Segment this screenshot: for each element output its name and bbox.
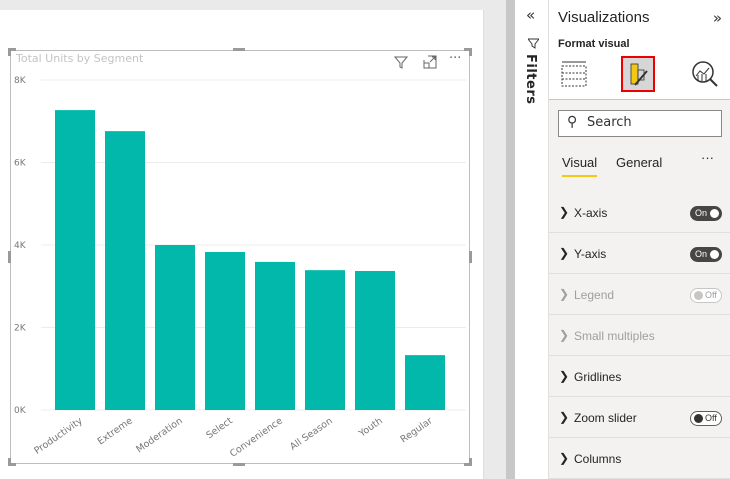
- section-label: Columns: [574, 452, 622, 466]
- filters-pane-collapsed[interactable]: « Filters: [515, 0, 549, 479]
- bar-all-season[interactable]: [305, 270, 345, 410]
- chevron-right-icon: ❯: [559, 451, 570, 465]
- search-icon: ⚲: [567, 114, 578, 130]
- section-label: Zoom slider: [574, 411, 637, 425]
- tab-visual[interactable]: Visual: [562, 155, 598, 177]
- chart-plot: 0K 2K 4K 6K 8K Productivity Extreme Moderation S…: [14, 76, 466, 460]
- bar-productivity[interactable]: [55, 110, 95, 411]
- filter-icon: [526, 38, 541, 52]
- visualizations-pane: Visualizations » Format visual ⚲ Search …: [549, 0, 730, 479]
- format-section-gridlines[interactable]: ❯ Gridlines: [549, 356, 730, 397]
- toggle-switch[interactable]: On: [690, 247, 722, 262]
- report-canvas[interactable]: 0K 2K 4K 6K 8K Productivity Extreme Moderation S…: [0, 10, 484, 479]
- x-tick-label: All Season: [288, 415, 335, 452]
- format-section-small-multiples[interactable]: ❯ Small multiples: [549, 315, 730, 356]
- build-visual-tab[interactable]: [558, 56, 592, 92]
- section-label: Legend: [574, 288, 615, 302]
- bar-select[interactable]: [205, 252, 245, 410]
- toggle-switch: Off: [690, 288, 722, 303]
- format-section-zoom-slider[interactable]: ❯ Zoom slider Off: [549, 397, 730, 438]
- x-tick-label: Regular: [399, 415, 435, 445]
- expand-pane-icon[interactable]: »: [713, 9, 722, 27]
- section-label: Y-axis: [574, 247, 607, 261]
- format-section-columns[interactable]: ❯ Columns: [549, 438, 730, 479]
- x-tick-label: Youth: [356, 415, 385, 440]
- filters-label[interactable]: Filters: [523, 54, 538, 104]
- search-input[interactable]: ⚲ Search: [558, 110, 722, 137]
- chevron-right-icon: ❯: [559, 287, 570, 301]
- format-visual-tab[interactable]: [621, 56, 655, 92]
- x-tick-label: Select: [204, 415, 235, 441]
- canvas-margin: [484, 0, 506, 479]
- format-visual-label: Format visual: [558, 38, 630, 50]
- section-label: Small multiples: [574, 329, 655, 343]
- section-label: X-axis: [574, 206, 608, 220]
- y-tick-label: 8K: [14, 76, 27, 86]
- focus-mode-icon[interactable]: [423, 55, 437, 73]
- x-tick-label: Moderation: [134, 415, 184, 455]
- bar-moderation[interactable]: [155, 245, 195, 410]
- x-tick-label: Convenience: [228, 415, 285, 459]
- chevron-right-icon: ❯: [559, 369, 570, 383]
- x-tick-label: Productivity: [32, 415, 85, 457]
- y-tick-label: 6K: [14, 159, 27, 169]
- section-label: Gridlines: [574, 370, 622, 384]
- bar-youth[interactable]: [355, 270, 395, 410]
- collapse-filters-icon[interactable]: «: [526, 6, 535, 24]
- y-tick-label: 2K: [14, 324, 27, 334]
- chevron-right-icon: ❯: [559, 410, 570, 424]
- toggle-switch[interactable]: Off: [690, 411, 722, 426]
- search-placeholder: Search: [587, 115, 632, 130]
- pane-splitter[interactable]: [506, 0, 515, 479]
- chevron-right-icon: ❯: [559, 205, 570, 219]
- format-section-x-axis[interactable]: ❯ X-axis On: [549, 192, 730, 233]
- bar-extreme[interactable]: [105, 131, 145, 410]
- bar-convenience[interactable]: [255, 261, 295, 410]
- more-options-button[interactable]: ···: [701, 150, 714, 165]
- toggle-switch[interactable]: On: [690, 206, 722, 221]
- pane-title: Visualizations: [558, 9, 650, 26]
- bar-regular[interactable]: [405, 355, 445, 410]
- filter-icon[interactable]: [393, 55, 409, 73]
- format-section-legend[interactable]: ❯ Legend Off: [549, 274, 730, 315]
- chevron-right-icon: ❯: [559, 328, 570, 342]
- y-tick-label: 0K: [14, 406, 27, 416]
- visual-title: Total Units by Segment: [16, 52, 144, 65]
- more-options-icon[interactable]: ···: [449, 51, 461, 66]
- x-tick-label: Extreme: [96, 415, 135, 447]
- format-section-y-axis[interactable]: ❯ Y-axis On: [549, 233, 730, 274]
- chevron-right-icon: ❯: [559, 246, 570, 260]
- analytics-tab[interactable]: [687, 56, 721, 92]
- column-chart-visual[interactable]: 0K 2K 4K 6K 8K Productivity Extreme Moderation S…: [8, 48, 472, 466]
- y-tick-label: 4K: [14, 241, 27, 251]
- tab-general[interactable]: General: [616, 155, 662, 170]
